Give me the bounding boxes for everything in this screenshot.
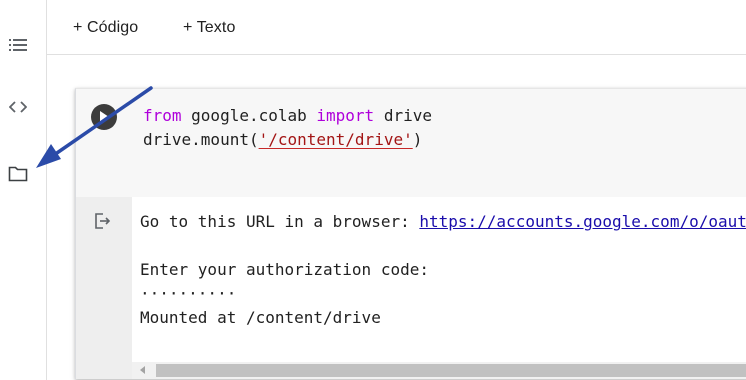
code-snippets-button[interactable] bbox=[5, 94, 31, 120]
cell-output: Go to this URL in a browser: https://acc… bbox=[76, 197, 746, 379]
files-button[interactable] bbox=[5, 161, 31, 187]
mount-call: drive.mount( bbox=[143, 130, 259, 149]
code-cell[interactable]: from google.colab import drive drive.mou… bbox=[75, 88, 746, 379]
run-cell-button[interactable] bbox=[91, 104, 117, 130]
colab-notebook: + Código + Texto from google.colab impor… bbox=[0, 0, 746, 380]
clear-output-icon bbox=[95, 213, 111, 229]
scroll-left-arrow-icon[interactable] bbox=[140, 366, 145, 374]
code-snippets-icon bbox=[9, 101, 27, 113]
output-url-prompt: Go to this URL in a browser: bbox=[140, 212, 420, 231]
output-text: Go to this URL in a browser: https://acc… bbox=[140, 210, 746, 330]
code-text[interactable]: from google.colab import drive drive.mou… bbox=[143, 104, 432, 152]
notebook-toolbar: + Código + Texto bbox=[47, 0, 746, 55]
left-sidebar-rail bbox=[0, 0, 47, 380]
output-gutter bbox=[76, 197, 132, 379]
mount-path-string: '/content/drive' bbox=[258, 130, 413, 149]
table-of-contents-button[interactable] bbox=[5, 32, 31, 58]
output-auth-prompt: Enter your authorization code: bbox=[140, 260, 429, 279]
keyword-import: import bbox=[316, 106, 375, 125]
module-name: google.colab bbox=[181, 106, 317, 125]
add-code-cell-button[interactable]: + Código bbox=[73, 19, 138, 37]
play-icon bbox=[100, 111, 109, 123]
add-text-cell-button[interactable]: + Texto bbox=[183, 19, 235, 37]
files-folder-icon bbox=[8, 166, 28, 182]
scrollbar-thumb[interactable] bbox=[156, 364, 746, 377]
auth-url-link[interactable]: https://accounts.google.com/o/oauth2/aut… bbox=[419, 212, 746, 231]
keyword-from: from bbox=[143, 106, 182, 125]
output-actions-button[interactable] bbox=[92, 210, 114, 232]
import-name: drive bbox=[374, 106, 432, 125]
output-mounted-message: Mounted at /content/drive bbox=[140, 308, 381, 327]
output-masked-code: ·········· bbox=[140, 284, 237, 303]
output-horizontal-scrollbar[interactable] bbox=[132, 362, 746, 379]
table-of-contents-icon bbox=[9, 39, 27, 51]
mount-call-close: ) bbox=[412, 130, 423, 149]
code-editor[interactable]: from google.colab import drive drive.mou… bbox=[76, 89, 746, 197]
